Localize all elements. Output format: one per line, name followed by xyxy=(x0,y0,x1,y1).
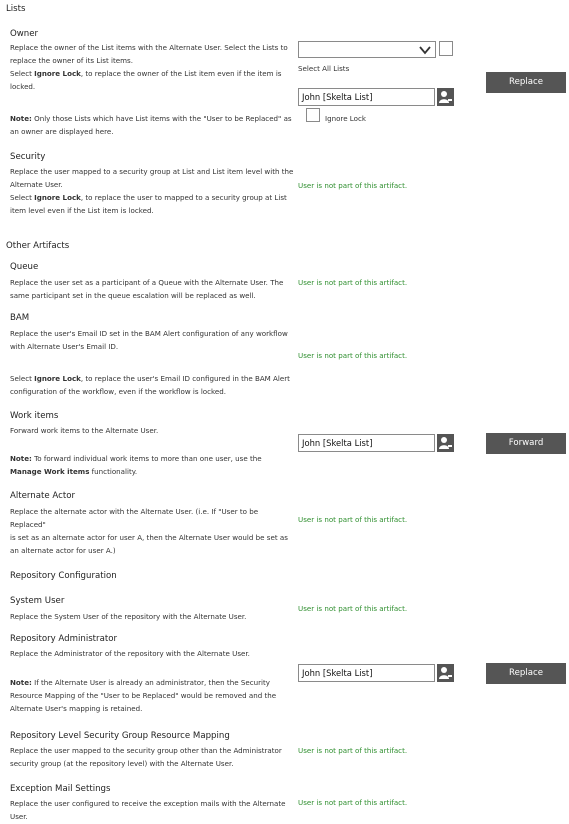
rlsg-description: Replace the user mapped to the security … xyxy=(10,746,282,768)
bam-title: BAM xyxy=(10,313,30,323)
select-all-lists-label: Select All Lists xyxy=(298,64,350,73)
owner-user-picker-button[interactable] xyxy=(437,88,454,106)
owner-title: Owner xyxy=(10,29,39,39)
alternate-actor-description: Replace the alternate actor with the Alt… xyxy=(10,507,288,555)
chevron-down-icon xyxy=(419,46,431,55)
lists-dropdown[interactable] xyxy=(298,41,436,58)
bam-description: Replace the user's Email ID set in the B… xyxy=(10,329,288,351)
rlsg-status: User is not part of this artifact. xyxy=(298,746,408,755)
user-icon xyxy=(439,437,452,449)
queue-description: Replace the user set as a participant of… xyxy=(10,278,284,300)
exception-mail-title: Exception Mail Settings xyxy=(10,784,111,794)
exception-mail-description: Replace the user configured to receive t… xyxy=(10,799,286,821)
ignore-lock-checkbox[interactable] xyxy=(306,108,320,122)
security-description: Replace the user mapped to a security gr… xyxy=(10,167,294,215)
section-heading-repository-configuration: Repository Configuration xyxy=(10,571,117,581)
owner-replace-button[interactable]: Replace xyxy=(486,72,566,93)
repo-admin-user-picker-button[interactable] xyxy=(437,664,454,682)
repo-admin-description: Replace the Administrator of the reposit… xyxy=(10,649,250,658)
workitems-user-input[interactable]: John [Skelta List] xyxy=(298,434,435,452)
owner-note: Note: Only those Lists which have List i… xyxy=(10,114,292,136)
owner-description: Replace the owner of the List items with… xyxy=(10,43,288,91)
bam-status: User is not part of this artifact. xyxy=(298,351,408,360)
repo-admin-note: Note: If the Alternate User is already a… xyxy=(10,678,277,713)
repo-admin-user-input[interactable]: John [Skelta List] xyxy=(298,664,435,682)
user-icon xyxy=(439,91,452,103)
workitems-user-picker-button[interactable] xyxy=(437,434,454,452)
security-title: Security xyxy=(10,152,46,162)
user-icon xyxy=(439,667,452,679)
owner-user-input[interactable]: John [Skelta List] xyxy=(298,88,435,106)
workitems-description: Forward work items to the Alternate User… xyxy=(10,426,159,435)
repo-admin-title: Repository Administrator xyxy=(10,634,118,644)
section-heading-other-artifacts: Other Artifacts xyxy=(6,241,70,251)
select-all-lists-checkbox[interactable] xyxy=(439,41,453,56)
workitems-note: Note: To forward individual work items t… xyxy=(10,454,262,476)
security-status: User is not part of this artifact. xyxy=(298,181,408,190)
system-user-description: Replace the System User of the repositor… xyxy=(10,612,247,621)
workitems-title: Work items xyxy=(10,411,59,421)
rlsg-title: Repository Level Security Group Resource… xyxy=(10,731,230,741)
alternate-actor-status: User is not part of this artifact. xyxy=(298,515,408,524)
queue-title: Queue xyxy=(10,262,39,272)
queue-status: User is not part of this artifact. xyxy=(298,278,408,287)
ignore-lock-label: Ignore Lock xyxy=(325,114,366,123)
exception-mail-status: User is not part of this artifact. xyxy=(298,798,408,807)
section-heading-lists: Lists xyxy=(6,4,26,14)
repo-admin-replace-button[interactable]: Replace xyxy=(486,663,566,684)
bam-ignore-lock-description: Select Ignore Lock, to replace the user'… xyxy=(10,374,290,396)
forward-button[interactable]: Forward xyxy=(486,433,566,454)
system-user-title: System User xyxy=(10,596,65,606)
system-user-status: User is not part of this artifact. xyxy=(298,604,408,613)
alternate-actor-title: Alternate Actor xyxy=(10,491,76,501)
